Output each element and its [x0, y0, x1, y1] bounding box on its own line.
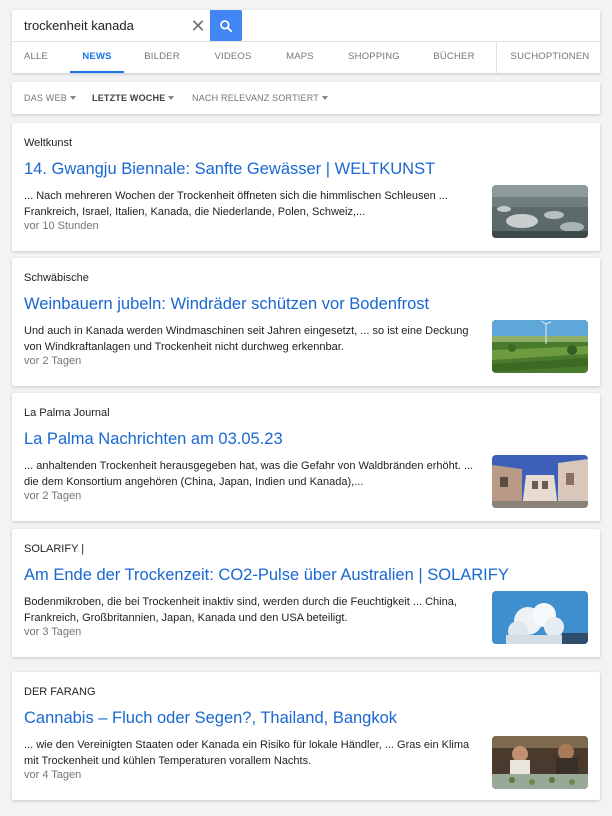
search-button[interactable] [210, 10, 242, 41]
result-source: SOLARIFY | [24, 543, 85, 555]
filter-label: DAS WEB [24, 93, 67, 103]
steam-cloud-thumbnail[interactable] [492, 591, 588, 644]
result-title-link[interactable]: 14. Gwangju Biennale: Sanfte Gewässer | … [24, 160, 435, 179]
news-result-card: DER FARANG Cannabis – Fluch oder Segen?,… [12, 672, 600, 800]
filter-sortierung[interactable]: NACH RELEVANZ SORTIERT [192, 82, 328, 114]
tab-shopping[interactable]: SHOPPING [342, 42, 406, 73]
caret-down-icon [321, 95, 328, 100]
news-result-card: Weltkunst 14. Gwangju Biennale: Sanfte G… [12, 123, 600, 251]
tab-suchoptionen[interactable]: SUCHOPTIONEN [504, 42, 596, 73]
caret-down-icon [69, 95, 76, 100]
search-input[interactable] [12, 10, 210, 41]
caret-down-icon [168, 95, 175, 100]
result-time: vor 4 Tagen [24, 769, 82, 781]
search-icon [220, 19, 233, 32]
shop-thumbnail[interactable] [492, 736, 588, 789]
clear-icon[interactable]: ✕ [188, 16, 208, 36]
result-time: vor 2 Tagen [24, 490, 82, 502]
result-time: vor 3 Tagen [24, 626, 82, 638]
result-snippet: Bodenmikroben, die bei Trockenheit inakt… [24, 596, 457, 624]
result-snippet: Und auch in Kanada werden Windmaschinen … [24, 325, 469, 353]
search-card: ✕ ALLE NEWS BILDER VIDEOS MAPS SHOPPING … [12, 10, 600, 73]
tab-alle[interactable]: ALLE [16, 42, 56, 73]
result-title-link[interactable]: La Palma Nachrichten am 03.05.23 [24, 430, 283, 449]
tab-news[interactable]: NEWS [70, 42, 124, 73]
art-installation-thumbnail[interactable] [492, 185, 588, 238]
result-title-link[interactable]: Am Ende der Trockenzeit: CO2-Pulse über … [24, 566, 509, 585]
filter-das-web[interactable]: DAS WEB [24, 82, 76, 114]
filter-letzte-woche[interactable]: LETZTE WOCHE [92, 82, 175, 114]
search-tabs: ALLE NEWS BILDER VIDEOS MAPS SHOPPING BÜ… [12, 42, 600, 73]
result-snippet: ... anhaltenden Trockenheit herausgegebe… [24, 460, 474, 488]
tab-videos[interactable]: VIDEOS [208, 42, 258, 73]
tab-bilder[interactable]: BILDER [138, 42, 186, 73]
search-bar: ✕ [12, 10, 600, 42]
filter-label: LETZTE WOCHE [92, 93, 166, 103]
news-result-card: La Palma Journal La Palma Nachrichten am… [12, 393, 600, 521]
result-source: Schwäbische [24, 272, 89, 284]
news-result-card: Schwäbische Weinbauern jubeln: Windräder… [12, 258, 600, 386]
result-source: DER FARANG [24, 686, 96, 698]
tab-maps[interactable]: MAPS [280, 42, 320, 73]
tab-divider [496, 42, 497, 73]
result-snippet: ... Nach mehreren Wochen der Trockenheit… [24, 190, 448, 218]
vineyard-thumbnail[interactable] [492, 320, 588, 373]
tab-buecher[interactable]: BÜCHER [426, 42, 482, 73]
result-snippet: ... wie den Vereinigten Staaten oder Kan… [24, 739, 470, 767]
result-time: vor 10 Stunden [24, 220, 99, 232]
result-source: La Palma Journal [24, 407, 110, 419]
result-title-link[interactable]: Weinbauern jubeln: Windräder schützen vo… [24, 295, 429, 314]
filter-label: NACH RELEVANZ SORTIERT [192, 93, 319, 103]
filter-bar: DAS WEB LETZTE WOCHE NACH RELEVANZ SORTI… [12, 82, 600, 114]
street-thumbnail[interactable] [492, 455, 588, 508]
result-title-link[interactable]: Cannabis – Fluch oder Segen?, Thailand, … [24, 709, 397, 728]
result-source: Weltkunst [24, 137, 73, 149]
result-time: vor 2 Tagen [24, 355, 82, 367]
news-result-card: SOLARIFY | Am Ende der Trockenzeit: CO2-… [12, 529, 600, 657]
